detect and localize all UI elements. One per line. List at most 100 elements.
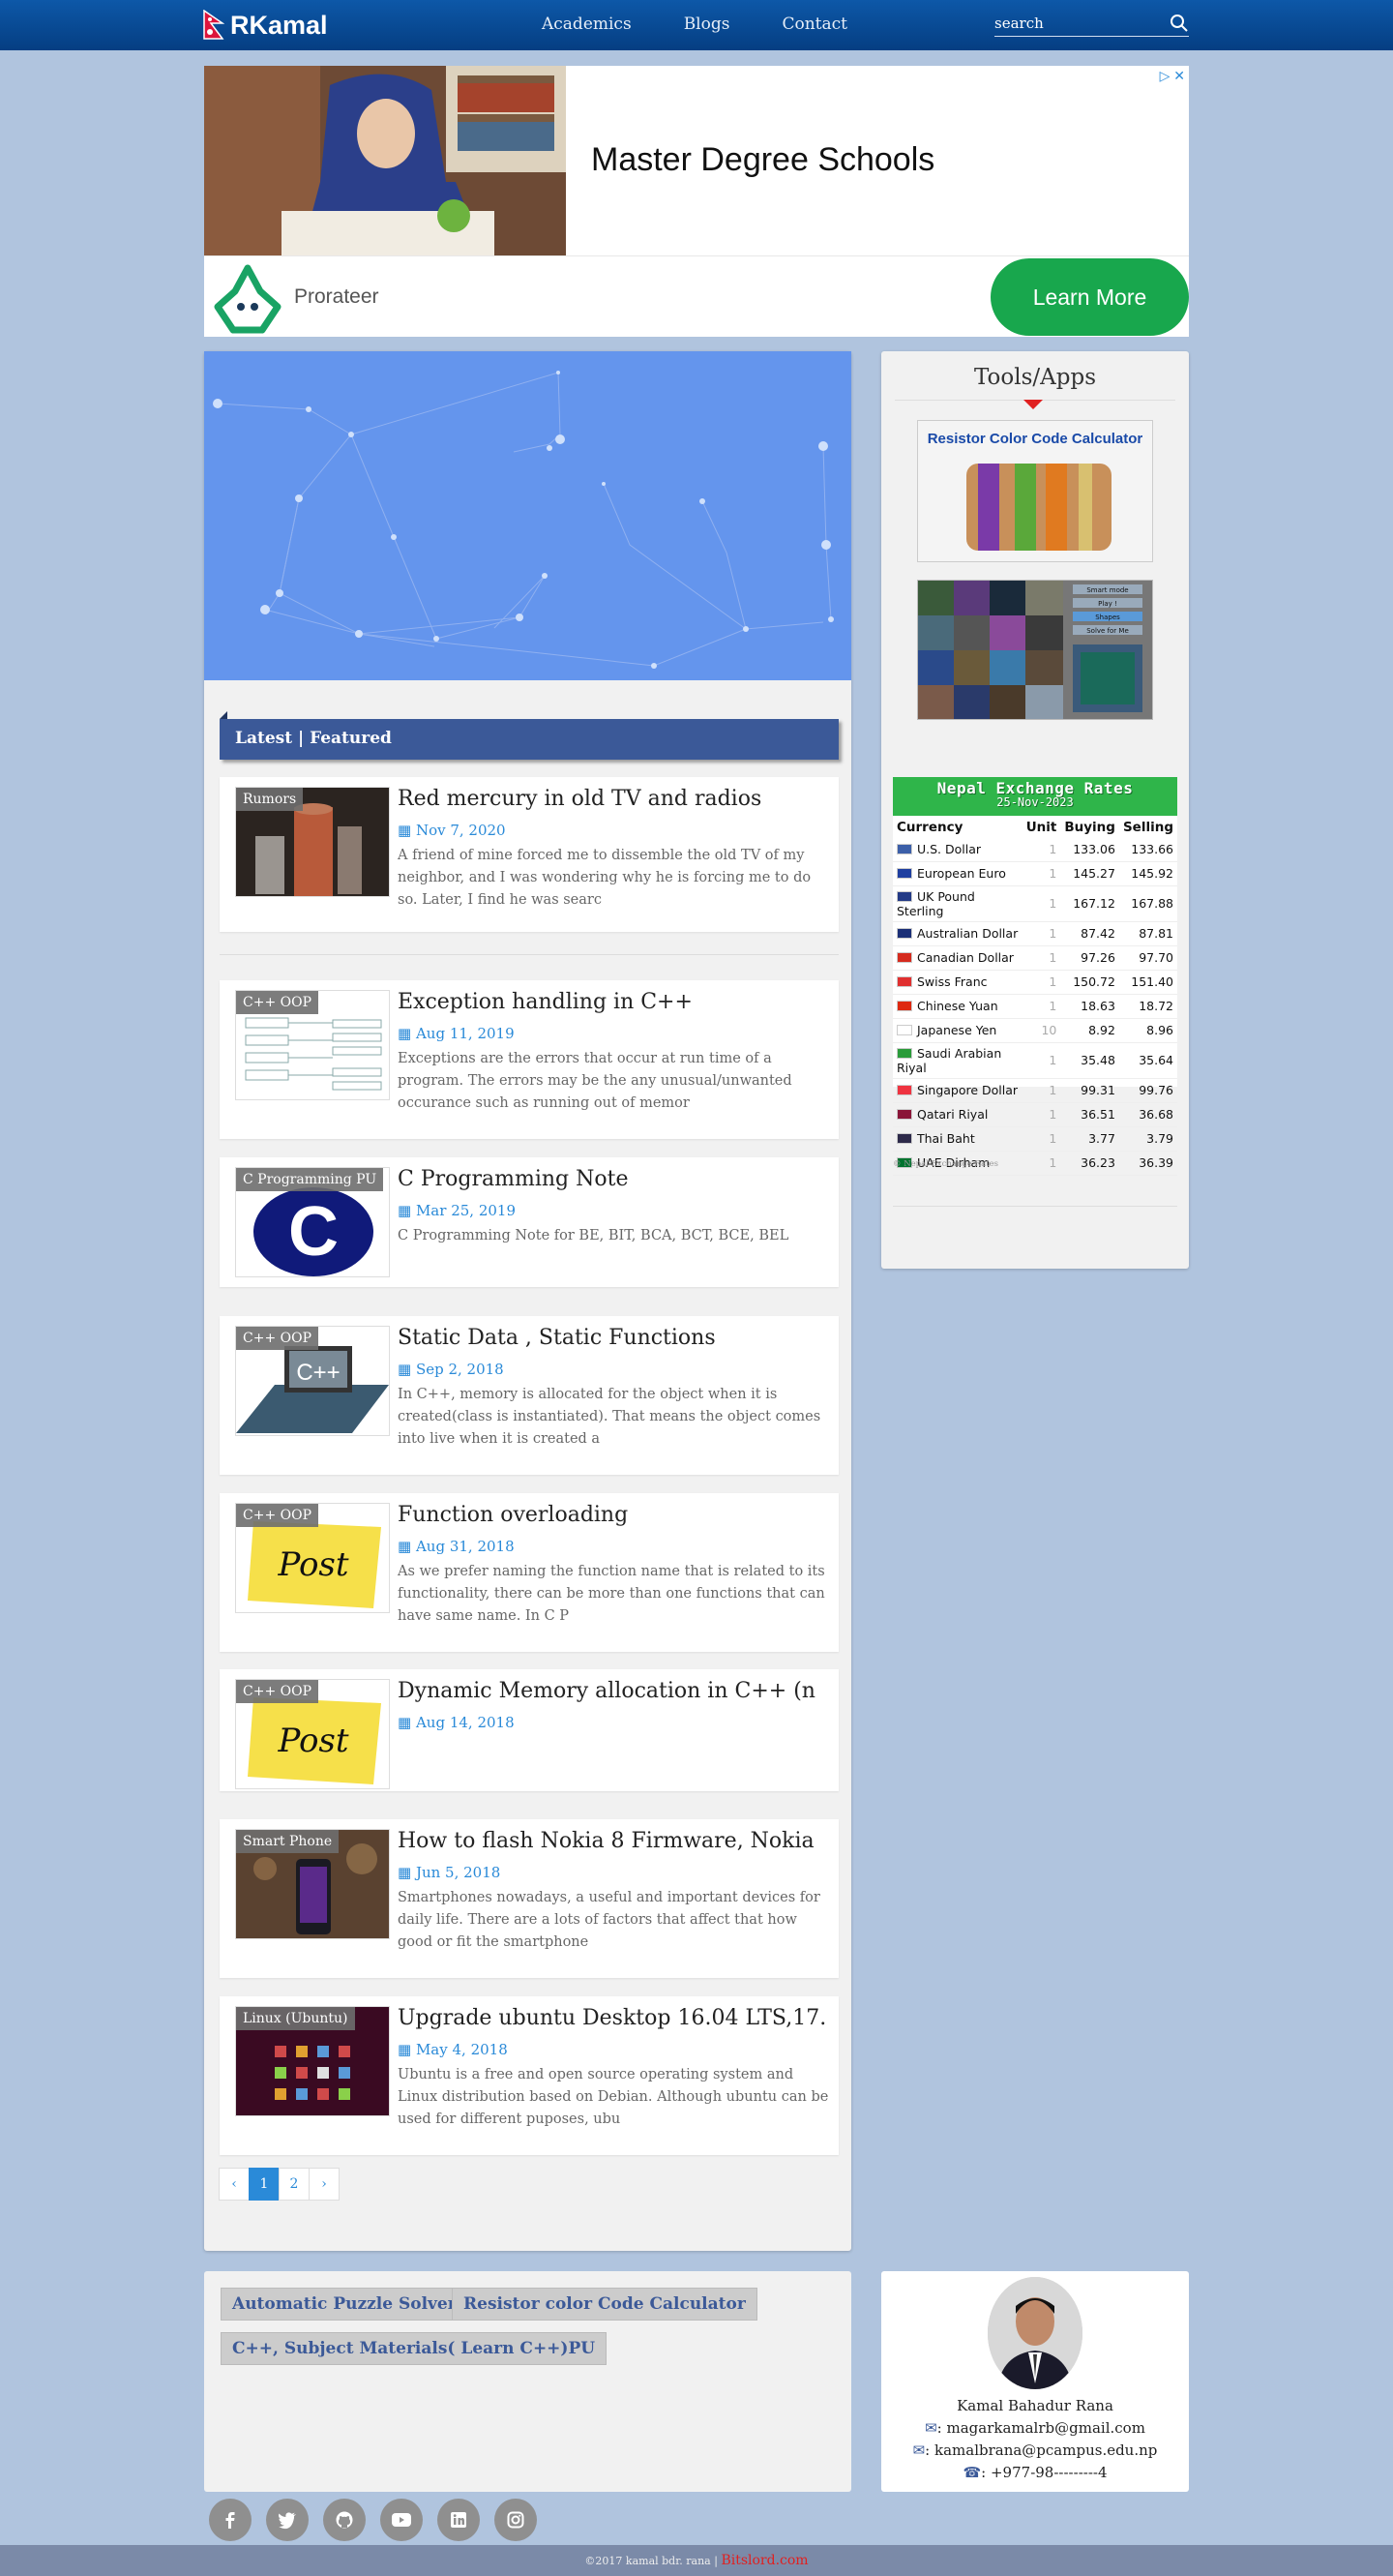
post-card[interactable]: C++ OOP Exception handling in C++ ▦ Aug … — [220, 980, 839, 1139]
pager-prev[interactable]: ‹ — [219, 2168, 250, 2201]
credit-link[interactable]: Bitslord.com — [721, 2553, 808, 2568]
post-date: ▦ Mar 25, 2019 — [398, 1202, 516, 1219]
buying-cell: 18.63 — [1060, 994, 1119, 1019]
post-title[interactable]: Upgrade ubuntu Desktop 16.04 LTS,17. — [398, 2006, 833, 2030]
twitter-icon[interactable] — [266, 2499, 309, 2541]
currency-name: Japanese Yen — [917, 1023, 997, 1037]
buying-cell: 145.27 — [1060, 861, 1119, 886]
instagram-icon[interactable] — [494, 2499, 537, 2541]
post-category[interactable]: Smart Phone — [236, 1830, 340, 1853]
facebook-icon[interactable] — [209, 2499, 252, 2541]
pager-page-2[interactable]: 2 — [279, 2168, 310, 2201]
post-date-text: Jun 5, 2018 — [415, 1864, 501, 1881]
post-category[interactable]: Rumors — [236, 788, 304, 811]
github-icon[interactable] — [323, 2499, 366, 2541]
post-thumbnail[interactable]: C++ OOP Post — [235, 1503, 390, 1613]
calendar-icon: ▦ — [398, 1025, 416, 1042]
profile-email-2[interactable]: ✉: kamalbrana@pcampus.edu.np — [881, 2441, 1189, 2459]
currency-name: Swiss Franc — [917, 974, 988, 989]
post-title[interactable]: Dynamic Memory allocation in C++ (n — [398, 1679, 833, 1703]
learn-more-button[interactable]: Learn More — [991, 258, 1189, 336]
email-text: : magarkamalrb@gmail.com — [936, 2419, 1145, 2437]
nav-link-contact[interactable]: Contact — [782, 15, 847, 34]
post-category[interactable]: C Programming PU — [236, 1168, 384, 1191]
buying-cell: 167.12 — [1060, 885, 1119, 922]
pager-page-1[interactable]: 1 — [249, 2168, 280, 2201]
link-cpp-materials[interactable]: C++, Subject Materials( Learn C++)PU — [221, 2332, 608, 2365]
col-currency: Currency — [897, 820, 963, 835]
linkedin-icon[interactable] — [437, 2499, 480, 2541]
post-title[interactable]: Red mercury in old TV and radios — [398, 787, 833, 811]
post-title[interactable]: Function overloading — [398, 1503, 833, 1527]
post-title[interactable]: How to flash Nokia 8 Firmware, Nokia — [398, 1829, 833, 1853]
ad-title[interactable]: Master Degree Schools — [591, 141, 934, 179]
post-card[interactable]: Linux (Ubuntu) Upgrade ubuntu Desktop 16… — [220, 1996, 839, 2155]
currency-cell: Japanese Yen — [893, 1018, 1023, 1043]
buying-cell: 87.42 — [1060, 921, 1119, 946]
exchange-rates-credit[interactable]: © Nepal Exchange Rates — [893, 1159, 998, 1169]
exchange-rate-row: U.S. Dollar 1 133.06 133.66 — [893, 837, 1177, 862]
post-category[interactable]: C++ OOP — [236, 1327, 318, 1350]
link-resistor-calculator[interactable]: Resistor color Code Calculator — [452, 2288, 757, 2321]
selling-cell: 87.81 — [1118, 921, 1177, 946]
post-category[interactable]: C++ OOP — [236, 1680, 318, 1703]
selling-cell: 167.88 — [1118, 885, 1177, 922]
post-title[interactable]: Static Data , Static Functions — [398, 1326, 833, 1350]
avatar — [988, 2277, 1082, 2389]
nav-link-academics[interactable]: Academics — [542, 15, 632, 34]
nav-link-blogs[interactable]: Blogs — [684, 15, 730, 34]
exchange-rates-widget: Nepal Exchange Rates 25-Nov-2023 Currenc… — [893, 777, 1177, 1176]
search-icon[interactable] — [1170, 14, 1189, 37]
brand-logo[interactable]: RKamal — [203, 10, 328, 41]
post-category[interactable]: Linux (Ubuntu) — [236, 2007, 355, 2030]
hero-banner — [204, 351, 851, 680]
unit-cell: 1 — [1022, 861, 1061, 886]
post-thumbnail[interactable]: Linux (Ubuntu) — [235, 2006, 390, 2116]
exchange-rate-row: Thai Baht 1 3.77 3.79 — [893, 1126, 1177, 1152]
post-thumbnail[interactable]: Smart Phone — [235, 1829, 390, 1939]
post-thumbnail[interactable]: C++ OOP — [235, 990, 390, 1100]
post-category[interactable]: C++ OOP — [236, 1504, 318, 1527]
post-card[interactable]: Smart Phone How to flash Nokia 8 Firmwar… — [220, 1819, 839, 1978]
post-date-text: Mar 25, 2019 — [415, 1202, 516, 1219]
advertisement[interactable]: Master Degree Schools ▷ ✕ Prorateer Lear… — [204, 66, 1189, 337]
youtube-icon[interactable] — [380, 2499, 423, 2541]
tool-button-label: Solve for Me — [1086, 627, 1129, 635]
post-excerpt: In C++, memory is allocated for the obje… — [398, 1387, 821, 1447]
post-thumbnail[interactable]: C++ OOP Post — [235, 1679, 390, 1789]
post-thumbnail[interactable]: Rumors — [235, 787, 390, 897]
profile-email-1[interactable]: ✉: magarkamalrb@gmail.com — [881, 2419, 1189, 2437]
svg-text:Post: Post — [277, 1545, 348, 1584]
post-date: ▦ Nov 7, 2020 — [398, 822, 506, 839]
post-title[interactable]: Exception handling in C++ — [398, 990, 833, 1014]
unit-cell: 1 — [1022, 921, 1061, 946]
calendar-icon: ▦ — [398, 1202, 416, 1219]
country-flag-icon — [897, 1109, 912, 1120]
resistor-calculator-link[interactable]: Resistor Color Code Calculator — [917, 420, 1153, 562]
profile-phone[interactable]: ☎: +977-98---------4 — [881, 2464, 1189, 2481]
svg-text:Post: Post — [277, 1722, 348, 1760]
pager-next[interactable]: › — [309, 2168, 340, 2201]
arrow-down-icon — [1023, 400, 1043, 409]
post-excerpt: Ubuntu is a free and open source operati… — [398, 2067, 829, 2127]
page-footer: ©2017 kamal bdr. rana | Bitslord.com — [0, 2545, 1393, 2576]
post-date: ▦ Aug 14, 2018 — [398, 1714, 515, 1731]
post-thumbnail[interactable]: C Programming PU C — [235, 1167, 390, 1277]
post-title[interactable]: C Programming Note — [398, 1167, 833, 1191]
col-unit: Unit — [1025, 820, 1057, 835]
post-card[interactable]: C++ OOP Post Dynamic Memory allocation i… — [220, 1669, 839, 1791]
post-card[interactable]: C++ OOP Post Function overloading ▦ Aug … — [220, 1493, 839, 1652]
particle-network-graphic — [213, 371, 834, 669]
link-puzzle-solver[interactable]: Automatic Puzzle Solver — [221, 2288, 468, 2321]
post-card[interactable]: C++ OOP C++ Static Data , Static Functio… — [220, 1316, 839, 1475]
email-text: : kamalbrana@pcampus.edu.np — [925, 2441, 1158, 2459]
puzzle-solver-link[interactable]: Smart mode Play ! Shapes Solve for Me — [917, 580, 1153, 720]
adchoices-icon[interactable]: ▷ ✕ — [1160, 68, 1185, 84]
post-thumbnail[interactable]: C++ OOP C++ — [235, 1326, 390, 1436]
search-input[interactable] — [994, 12, 1159, 35]
post-category[interactable]: C++ OOP — [236, 991, 318, 1014]
main-content: Latest | Featured Rumors Red mercury in … — [204, 351, 851, 2251]
post-card[interactable]: C Programming PU C C Programming Note ▦ … — [220, 1157, 839, 1287]
post-card[interactable]: Rumors Red mercury in old TV and radios … — [220, 777, 839, 932]
currency-name: Thai Baht — [917, 1131, 975, 1146]
